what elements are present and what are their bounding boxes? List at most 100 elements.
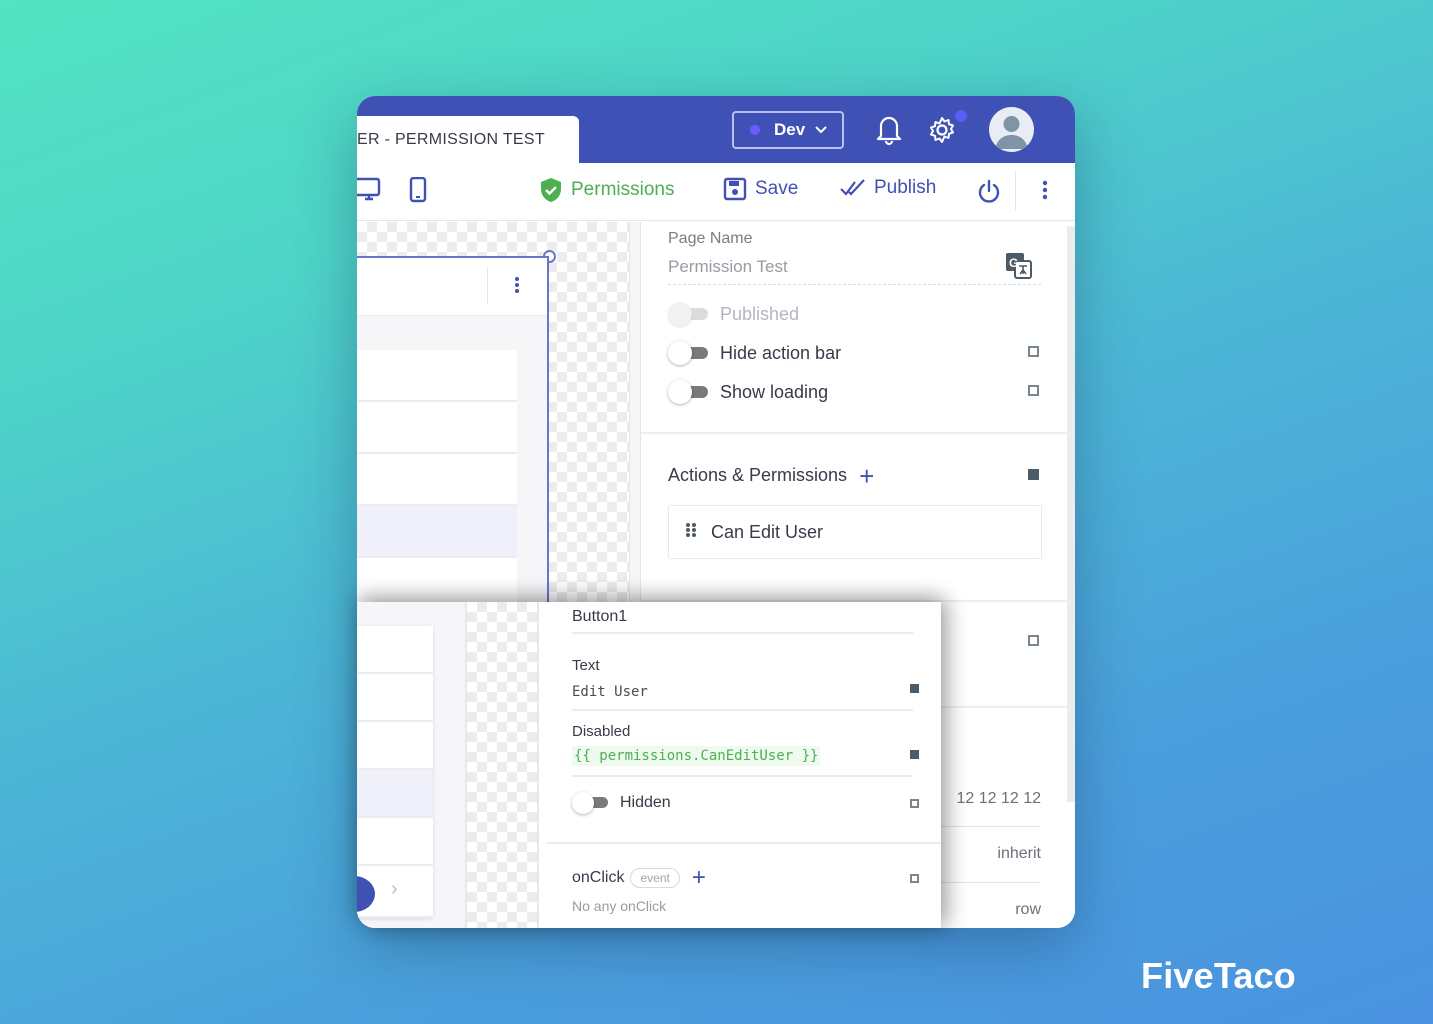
published-label: Published [720, 303, 800, 324]
toolbar-divider [1015, 171, 1016, 211]
hide-action-bar-row[interactable]: Hide action bar [668, 341, 841, 365]
more-options-button[interactable] [1041, 179, 1057, 201]
actions-permissions-title: Actions & Permissions [668, 465, 848, 485]
save-label: Save [755, 178, 799, 199]
chevron-down-icon [815, 123, 827, 137]
list-item[interactable] [357, 818, 433, 866]
onclick-header: onClick event + [572, 866, 706, 890]
permission-item[interactable]: Can Edit User [668, 505, 1042, 559]
frame-header [357, 258, 547, 316]
overlay-canvas: › [357, 602, 465, 928]
published-toggle-row[interactable]: Published [668, 302, 799, 326]
list-item[interactable] [357, 454, 517, 506]
hide-action-bar-label: Hide action bar [720, 342, 842, 363]
page-tab-title: ER - PERMISSION TEST [357, 131, 545, 148]
onclick-label: onClick [572, 869, 625, 886]
button-inspector-overlay: › Button1 Text Edit User Disabled {{ per… [357, 602, 941, 928]
environment-select[interactable]: Dev [732, 111, 844, 149]
direction-value[interactable]: row [941, 901, 1041, 919]
list-item[interactable] [357, 722, 433, 770]
binding-toggle-icon[interactable] [910, 799, 919, 808]
mobile-icon [409, 177, 427, 203]
list-item[interactable] [357, 674, 433, 722]
frame-list [357, 350, 517, 610]
onclick-empty-text: No any onClick [572, 898, 667, 914]
binding-toggle-icon[interactable] [910, 874, 919, 883]
component-name[interactable]: Button1 [572, 608, 627, 626]
section-divider [641, 432, 1067, 434]
floppy-disk-icon [723, 177, 747, 201]
bell-icon[interactable] [873, 112, 905, 146]
binding-toggle-icon[interactable] [910, 750, 919, 759]
permissions-button[interactable]: Permissions [539, 177, 674, 203]
edit-user-button[interactable] [357, 876, 375, 912]
actions-permissions-header: Actions & Permissions + [668, 463, 874, 489]
binding-toggle-icon[interactable] [910, 684, 919, 693]
environment-dot-icon [750, 125, 760, 135]
list-item-selected[interactable] [357, 770, 433, 818]
publish-button[interactable]: Publish [840, 177, 936, 199]
permission-item-label: Can Edit User [711, 521, 824, 542]
permissions-label: Permissions [571, 179, 675, 200]
hide-action-bar-toggle[interactable] [668, 341, 710, 365]
brand-logo: FiveTaco [1141, 955, 1296, 996]
shield-check-icon [541, 178, 561, 202]
page-name-input[interactable]: Permission Test [668, 257, 788, 277]
desktop-icon [357, 177, 381, 201]
hidden-toggle[interactable] [572, 792, 610, 814]
top-bar: ER - PERMISSION TEST Dev [357, 96, 1075, 163]
binding-toggle-icon[interactable] [1028, 469, 1039, 480]
overlay-list: › [357, 626, 433, 918]
add-permission-icon[interactable]: + [859, 463, 874, 489]
properties-scrollbar[interactable] [1067, 226, 1075, 802]
editor-toolbar: Permissions Save Publish [357, 163, 1075, 221]
binding-toggle-icon[interactable] [1028, 635, 1039, 646]
binding-toggle-icon[interactable] [1028, 346, 1039, 357]
hidden-label: Hidden [620, 794, 671, 811]
double-check-icon [840, 179, 865, 196]
field-underline [572, 775, 913, 777]
environment-label: Dev [774, 120, 806, 139]
translate-icon[interactable]: G [1005, 252, 1033, 285]
add-event-icon[interactable]: + [692, 866, 706, 890]
binding-toggle-icon[interactable] [1028, 385, 1039, 396]
more-vertical-icon[interactable] [513, 276, 521, 301]
mobile-view-button[interactable] [409, 177, 435, 203]
show-loading-row[interactable]: Show loading [668, 380, 828, 404]
overlay-checker [465, 602, 539, 928]
show-loading-toggle[interactable] [668, 380, 710, 404]
show-loading-label: Show loading [720, 381, 829, 402]
notification-dot-icon [955, 110, 967, 122]
list-item[interactable] [357, 402, 517, 454]
desktop-view-button[interactable] [357, 177, 389, 203]
power-button[interactable] [976, 179, 1010, 205]
gear-icon[interactable] [926, 114, 958, 146]
list-footer: › [357, 866, 433, 918]
user-avatar[interactable] [989, 107, 1034, 152]
field-underline [572, 632, 913, 634]
disabled-binding-input[interactable]: {{ permissions.CanEditUser }} [572, 746, 821, 766]
save-button[interactable]: Save [723, 177, 798, 201]
published-toggle[interactable] [668, 302, 710, 326]
hidden-toggle-row[interactable]: Hidden [572, 792, 671, 814]
inherit-value[interactable]: inherit [941, 845, 1041, 863]
list-item[interactable] [357, 350, 517, 402]
field-underline [941, 882, 1041, 883]
page-name-label: Page Name [668, 230, 753, 247]
page-tab[interactable]: ER - PERMISSION TEST [357, 116, 579, 163]
event-badge: event [630, 868, 680, 888]
drag-handle-icon[interactable] [685, 522, 697, 543]
more-vertical-icon [1042, 180, 1048, 200]
list-item-selected[interactable] [357, 506, 517, 558]
publish-label: Publish [874, 177, 937, 198]
list-item[interactable] [357, 626, 433, 674]
field-underline [941, 826, 1041, 827]
button-properties: Button1 Text Edit User Disabled {{ permi… [547, 602, 941, 928]
svg-text:G: G [1009, 256, 1018, 270]
field-underline [572, 709, 913, 711]
frame-header-divider [487, 268, 488, 304]
padding-value[interactable]: 12 12 12 12 [941, 790, 1041, 808]
disabled-label: Disabled [572, 723, 631, 740]
text-input[interactable]: Edit User [572, 684, 648, 700]
chevron-right-icon[interactable]: › [391, 878, 398, 901]
